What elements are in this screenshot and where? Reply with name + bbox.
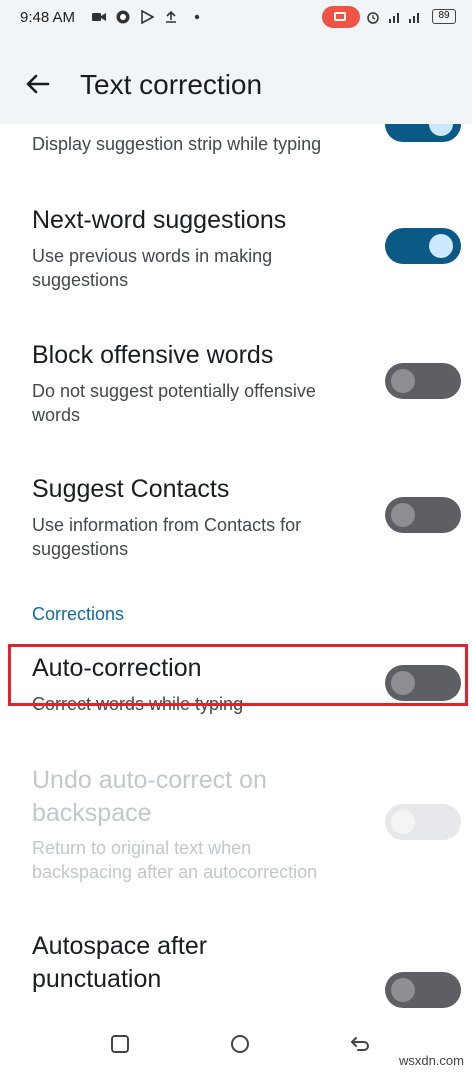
settings-list[interactable]: Display suggestion strip while typing Ne… (0, 124, 472, 1026)
screen-record-indicator[interactable] (322, 6, 360, 28)
setting-summary: Return to original text when backspacing… (32, 838, 318, 882)
section-header-corrections: Corrections (32, 604, 125, 624)
home-circle-icon[interactable] (228, 1032, 252, 1056)
setting-summary: Do not suggest potentially offensive wor… (32, 381, 316, 425)
recents-square-icon[interactable] (108, 1032, 132, 1056)
watermark: wsxdn.com (398, 1053, 464, 1068)
app-bar: Text correction (0, 36, 472, 132)
setting-block-offensive-words[interactable]: Block offensive words Do not suggest pot… (0, 337, 472, 437)
toggle-autospace[interactable] (385, 972, 461, 1008)
status-bar: 9:48 AM 89 (0, 0, 472, 36)
video-camera-icon (92, 13, 106, 21)
battery-indicator: 89 (432, 9, 456, 24)
notification-dot-icon (194, 14, 200, 20)
toggle-undo-autocorrect (385, 804, 461, 840)
toggle-knob (391, 978, 415, 1002)
setting-summary: Use information from Contacts for sugges… (32, 515, 302, 559)
toggle-next-word-suggestions[interactable] (385, 228, 461, 264)
status-time: 9:48 AM (20, 9, 76, 26)
setting-title: Suggest Contacts (32, 475, 230, 503)
setting-title: Autospace after punctuation (32, 932, 208, 993)
upload-icon (166, 10, 176, 23)
whatsapp-icon (116, 10, 130, 24)
signal-2-icon (409, 13, 419, 23)
toggle-knob (391, 503, 415, 527)
highlight-box (8, 644, 468, 706)
toggle-block-offensive-words[interactable] (385, 363, 461, 399)
setting-autospace-after-punctuation[interactable]: Autospace after punctuation (0, 930, 472, 1020)
setting-suggestion-strip[interactable]: Display suggestion strip while typing (0, 124, 472, 174)
setting-summary: Display suggestion strip while typing (32, 134, 322, 154)
toggle-knob (391, 369, 415, 393)
play-store-icon (141, 10, 154, 24)
signal-1-icon (389, 13, 399, 23)
setting-title: Block offensive words (32, 341, 274, 369)
toggle-suggest-contacts[interactable] (385, 497, 461, 533)
setting-title: Undo auto-correct on backspace (32, 766, 267, 827)
setting-summary: Use previous words in making suggestions (32, 246, 273, 290)
arrow-back-icon[interactable] (22, 68, 54, 100)
toggle-suggestion-strip[interactable] (385, 124, 461, 142)
setting-suggest-contacts[interactable]: Suggest Contacts Use information from Co… (0, 471, 472, 571)
alarm-icon (367, 12, 379, 24)
setting-title: Next-word suggestions (32, 206, 287, 234)
setting-next-word-suggestions[interactable]: Next-word suggestions Use previous words… (0, 202, 472, 302)
toggle-knob (391, 810, 415, 834)
toggle-knob (429, 124, 453, 136)
toggle-knob (429, 234, 453, 258)
page-title: Text correction (80, 69, 263, 100)
back-arrow-icon[interactable] (348, 1032, 372, 1056)
setting-undo-autocorrect: Undo auto-correct on backspace Return to… (0, 764, 472, 894)
system-nav-bar: wsxdn.com (0, 1026, 472, 1072)
record-camera-icon (334, 12, 346, 21)
